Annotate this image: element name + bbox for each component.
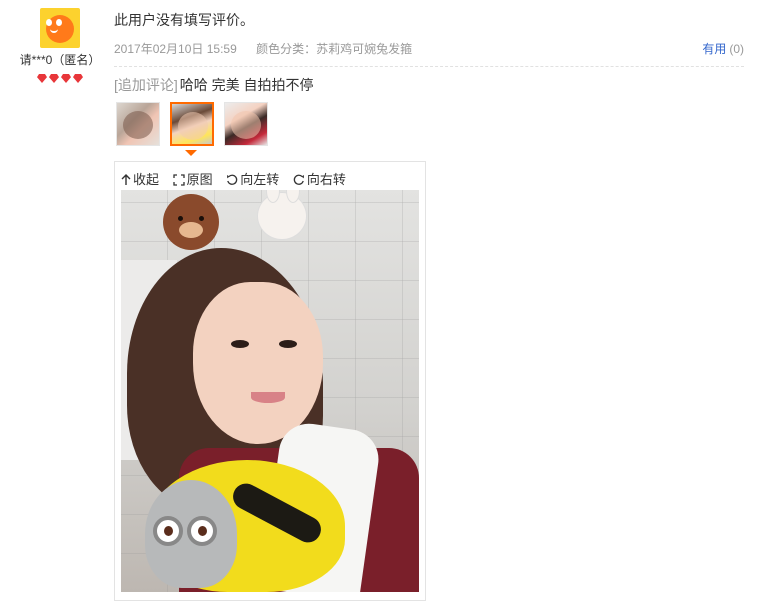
- original-image-label: 原图: [186, 172, 213, 187]
- photo-lips: [251, 392, 285, 403]
- username: 请***0（匿名）: [19, 53, 101, 67]
- thumbnail-2-selected[interactable]: [170, 102, 214, 146]
- append-review: [追加评论] 哈哈 完美 自拍拍不停: [114, 75, 314, 95]
- rotate-left-button[interactable]: 向左转: [226, 169, 279, 188]
- review-photo[interactable]: [121, 190, 419, 592]
- minion-goggle: [187, 516, 217, 546]
- bee-stripe: [228, 478, 326, 548]
- photo-viewer: 收起 原图 向左转 向右转: [114, 161, 426, 601]
- red-diamond-icon: [37, 74, 47, 83]
- thumbnail-photo: [123, 111, 153, 139]
- bunny-plush: [257, 190, 307, 240]
- selected-indicator-arrow: [185, 150, 197, 156]
- original-image-button[interactable]: 原图: [172, 169, 213, 188]
- helpful-count: (0): [729, 42, 744, 56]
- helpful-vote: 有用 (0): [702, 40, 744, 57]
- user-avatar[interactable]: [40, 8, 80, 48]
- collapse-button[interactable]: 收起: [121, 169, 159, 188]
- collapse-label: 收起: [133, 172, 160, 187]
- photo-face: [193, 282, 323, 444]
- thumbnail-photo: [178, 112, 208, 140]
- collapse-icon: [121, 174, 131, 185]
- mascot-eye-left: [46, 19, 52, 26]
- red-diamond-icon: [73, 74, 83, 83]
- bear-snout: [179, 222, 203, 238]
- review-date: 2017年02月10日 15:59: [114, 42, 237, 56]
- divider: [114, 66, 744, 67]
- bear-plush: [163, 194, 219, 250]
- red-diamond-icon: [61, 74, 71, 83]
- photo-eye-right: [279, 340, 297, 348]
- mascot-eye-right: [56, 19, 62, 26]
- minion-pupil: [164, 526, 173, 536]
- bear-eye: [178, 216, 183, 221]
- red-diamond-icon: [49, 74, 59, 83]
- minion-pupil: [198, 526, 207, 536]
- rotate-right-button[interactable]: 向右转: [293, 169, 346, 188]
- photo-eye-left: [231, 340, 249, 348]
- rotate-right-label: 向右转: [306, 172, 346, 187]
- bunny-ear: [286, 190, 300, 203]
- reviewer-panel: 请***0（匿名）: [14, 8, 106, 83]
- bunny-ear: [266, 190, 280, 203]
- append-review-tag: [追加评论]: [114, 77, 178, 93]
- user-level-badge: [14, 70, 106, 83]
- rotate-left-label: 向左转: [240, 172, 280, 187]
- sku-color-label: 颜色分类：苏莉鸡可婉兔发箍: [256, 42, 413, 56]
- helpful-button[interactable]: 有用: [702, 42, 726, 56]
- thumbnail-1[interactable]: [116, 102, 160, 146]
- append-review-text: 哈哈 完美 自拍拍不停: [179, 77, 314, 93]
- rotate-left-icon: [227, 174, 238, 185]
- rotate-right-icon: [293, 174, 304, 185]
- review-meta: 2017年02月10日 15:59 颜色分类：苏莉鸡可婉兔发箍: [114, 40, 412, 57]
- thumbnail-photo: [231, 111, 261, 139]
- bear-eye: [199, 216, 204, 221]
- review-text: 此用户没有填写评价。: [114, 12, 254, 28]
- minion-goggle: [153, 516, 183, 546]
- thumbnail-3[interactable]: [224, 102, 268, 146]
- expand-icon: [172, 174, 185, 186]
- viewer-toolbar: 收起 原图 向左转 向右转: [121, 169, 356, 188]
- minion-plush: [145, 480, 237, 588]
